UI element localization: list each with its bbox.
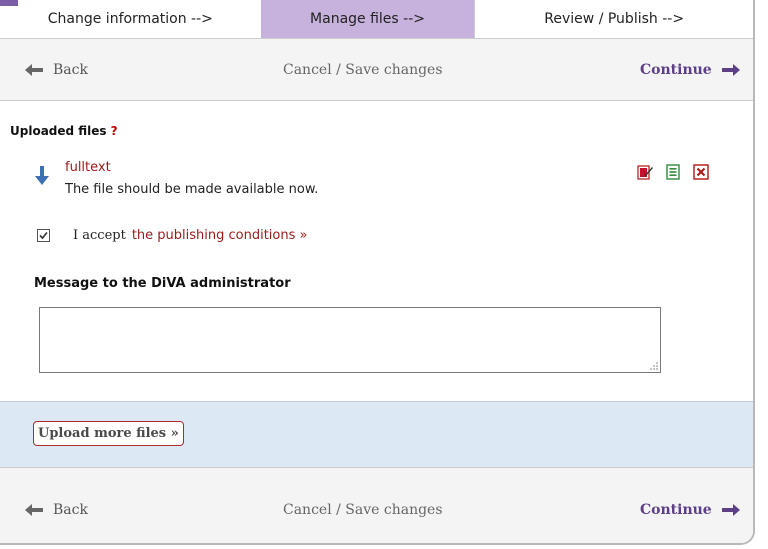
top-navigation-bar: Back Cancel / Save changes Continue	[0, 39, 753, 101]
page-frame: Change information --> Manage files --> …	[0, 0, 755, 545]
continue-button[interactable]: Continue	[640, 62, 740, 78]
step-tabs: Change information --> Manage files --> …	[0, 0, 753, 39]
cancel-save-button-bottom[interactable]: Cancel / Save changes	[283, 502, 443, 518]
message-label: Message to the DiVA administrator	[34, 276, 291, 291]
upload-more-files-button[interactable]: Upload more files »	[33, 421, 184, 446]
help-icon[interactable]: ?	[111, 124, 118, 138]
publishing-conditions-link[interactable]: the publishing conditions »	[132, 228, 308, 243]
continue-label: Continue	[640, 502, 712, 518]
step-change-information[interactable]: Change information -->	[0, 0, 261, 38]
accept-conditions-row: I accept the publishing conditions »	[37, 228, 307, 243]
back-label: Back	[53, 502, 88, 518]
back-button-bottom[interactable]: Back	[25, 502, 88, 518]
arrow-right-icon	[721, 504, 740, 516]
accept-checkbox[interactable]	[37, 229, 50, 242]
delete-icon[interactable]	[693, 164, 709, 180]
accept-label: I accept	[73, 228, 126, 243]
step-review-publish[interactable]: Review / Publish -->	[474, 0, 753, 38]
continue-button-bottom[interactable]: Continue	[640, 502, 740, 518]
arrow-left-icon	[25, 64, 43, 76]
uploaded-files-title: Uploaded files?	[10, 124, 118, 138]
message-textarea[interactable]	[39, 307, 661, 373]
file-name-link[interactable]: fulltext	[65, 160, 111, 175]
resize-grip-icon[interactable]	[649, 361, 659, 371]
file-tools	[637, 164, 709, 180]
arrow-right-icon	[721, 64, 740, 76]
edit-icon[interactable]	[637, 164, 653, 180]
download-arrow-icon[interactable]	[34, 166, 50, 186]
step-manage-files[interactable]: Manage files -->	[260, 0, 475, 38]
file-availability-text: The file should be made available now.	[65, 182, 319, 197]
arrow-left-icon	[25, 504, 43, 516]
bottom-navigation-bar: Back Cancel / Save changes Continue	[0, 467, 753, 543]
back-button[interactable]: Back	[25, 62, 88, 78]
continue-label: Continue	[640, 62, 712, 78]
checkmark-icon	[39, 231, 48, 240]
uploaded-files-label: Uploaded files	[10, 124, 107, 138]
file-info-icon[interactable]	[665, 164, 681, 180]
back-label: Back	[53, 62, 88, 78]
file-list-item: fulltext The file should be made availab…	[34, 160, 734, 200]
cancel-save-button[interactable]: Cancel / Save changes	[283, 62, 443, 78]
